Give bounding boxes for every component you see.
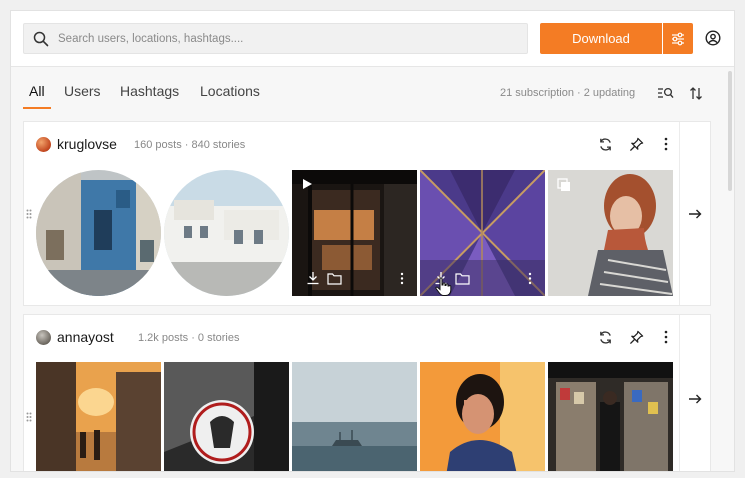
search-input[interactable] <box>58 32 518 45</box>
photo-thumbnail[interactable] <box>420 170 545 296</box>
sliders-icon <box>670 31 686 47</box>
hand-cursor-icon <box>432 276 454 296</box>
media-row <box>36 362 674 471</box>
filter-tabs: All Users Hashtags Locations 21 subscrip… <box>11 67 734 111</box>
pin-icon[interactable] <box>628 329 644 345</box>
card-header: kruglovse 160 posts · 840 stories <box>24 122 710 166</box>
tab-users[interactable]: Users <box>64 83 101 99</box>
subscription-card: annayost 1.2k posts · 0 stories <box>23 314 711 471</box>
refresh-icon[interactable] <box>597 136 613 152</box>
media-row <box>36 170 674 296</box>
arrow-right-icon <box>688 394 702 404</box>
subscription-info: 21 subscription · 2 updating <box>500 87 636 99</box>
photo-thumbnail[interactable] <box>36 362 161 471</box>
play-icon <box>300 177 314 191</box>
more-icon[interactable] <box>398 270 406 286</box>
next-media-button[interactable] <box>679 315 710 471</box>
more-icon[interactable] <box>658 136 674 152</box>
next-media-button[interactable] <box>679 122 710 305</box>
more-icon[interactable] <box>526 270 534 286</box>
avatar[interactable] <box>36 137 51 152</box>
search-box[interactable] <box>23 23 528 54</box>
user-stats: 1.2k posts · 0 stories <box>138 332 240 344</box>
refresh-icon[interactable] <box>597 329 613 345</box>
vertical-scrollbar[interactable] <box>728 71 732 191</box>
search-icon <box>24 31 58 47</box>
active-tab-indicator <box>23 107 51 109</box>
folder-icon[interactable] <box>454 270 470 286</box>
download-button[interactable]: Download <box>540 23 662 54</box>
more-icon[interactable] <box>658 329 674 345</box>
carousel-thumbnail[interactable] <box>548 170 673 296</box>
story-thumbnail[interactable] <box>164 170 289 296</box>
username[interactable]: kruglovse <box>57 136 117 152</box>
download-settings-button[interactable] <box>663 23 693 54</box>
filter-search-icon[interactable] <box>656 85 674 101</box>
download-icon[interactable] <box>305 270 321 286</box>
user-circle-icon <box>705 30 721 46</box>
account-button[interactable] <box>703 28 723 48</box>
tab-all[interactable]: All <box>29 83 45 99</box>
subscription-card: kruglovse 160 posts · 840 stories <box>23 121 711 306</box>
avatar[interactable] <box>36 330 51 345</box>
folder-icon[interactable] <box>326 270 342 286</box>
story-thumbnail[interactable] <box>36 170 161 296</box>
pin-icon[interactable] <box>628 136 644 152</box>
user-stats: 160 posts · 840 stories <box>134 139 246 151</box>
drag-handle-icon[interactable] <box>26 412 32 422</box>
video-thumbnail[interactable] <box>292 170 417 296</box>
gallery-icon <box>556 177 572 193</box>
top-bar: Download <box>11 11 734 67</box>
sort-icon[interactable] <box>687 85 705 101</box>
tab-locations[interactable]: Locations <box>200 83 260 99</box>
photo-thumbnail[interactable] <box>548 362 673 471</box>
card-header: annayost 1.2k posts · 0 stories <box>24 315 710 359</box>
arrow-right-icon <box>688 209 702 219</box>
app-window: Download All Users Hashtags Locat <box>10 10 735 472</box>
photo-thumbnail[interactable] <box>420 362 545 471</box>
photo-thumbnail[interactable] <box>292 362 417 471</box>
drag-handle-icon[interactable] <box>26 209 32 219</box>
photo-thumbnail[interactable] <box>164 362 289 471</box>
username[interactable]: annayost <box>57 329 114 345</box>
tab-hashtags[interactable]: Hashtags <box>120 83 179 99</box>
